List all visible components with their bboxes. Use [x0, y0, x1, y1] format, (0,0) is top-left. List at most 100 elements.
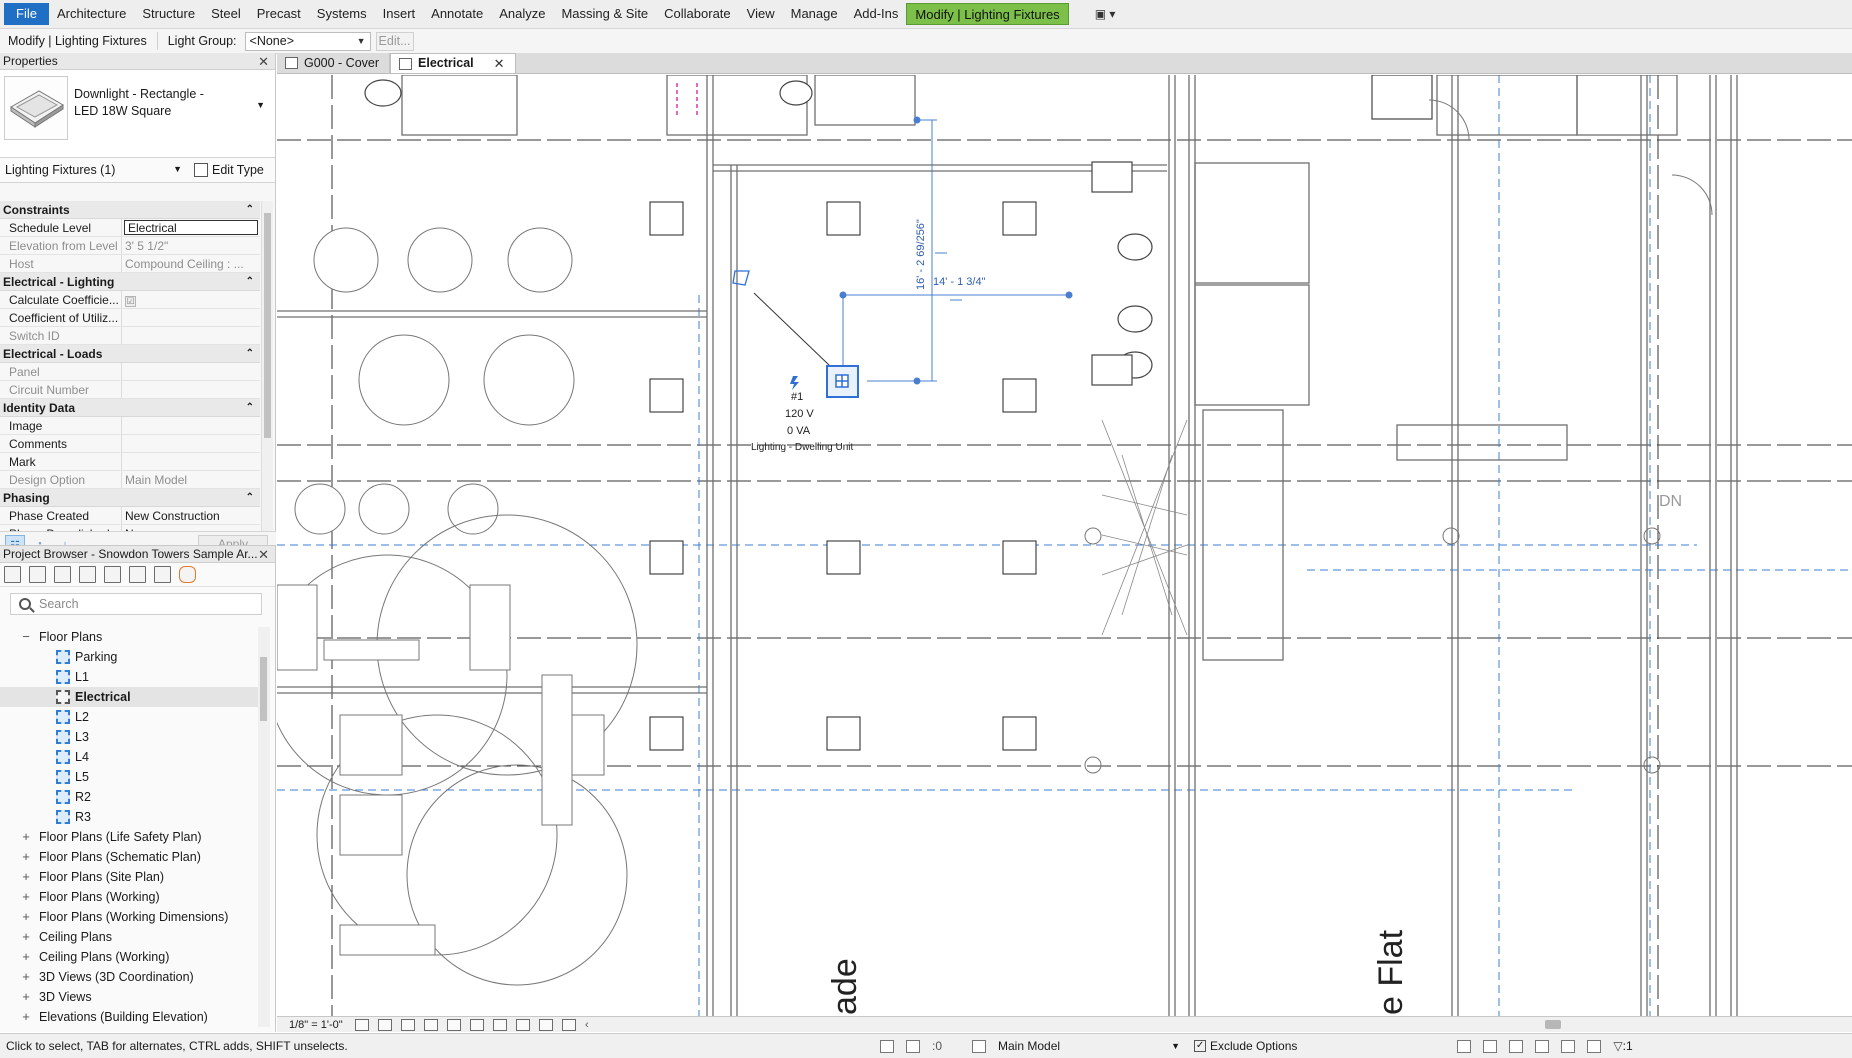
property-row[interactable]: Coefficient of Utiliz... — [0, 309, 260, 327]
design-option-select[interactable]: Main Model ▼ — [998, 1039, 1188, 1053]
properties-scrollbar[interactable] — [261, 201, 273, 531]
property-checkbox[interactable]: ☑ — [125, 296, 136, 307]
property-row[interactable]: Circuit Number — [0, 381, 260, 399]
collapse-icon[interactable]: ⌃ — [246, 273, 254, 291]
browser-tree-item[interactable]: + Floor Plans (Schematic Plan) — [0, 847, 258, 867]
instance-filter-select[interactable]: Lighting Fixtures (1) ▼ — [0, 163, 190, 177]
browser-tree-item[interactable]: +3D Views (3D Coordination) — [0, 967, 258, 987]
home-icon[interactable] — [4, 566, 21, 583]
browser-tree-item[interactable]: R3 — [0, 807, 258, 827]
scrollbar-thumb[interactable] — [1545, 1020, 1561, 1029]
tab-steel[interactable]: Steel — [203, 3, 249, 25]
tab-structure[interactable]: Structure — [134, 3, 203, 25]
workset-icon[interactable] — [880, 1039, 894, 1053]
property-value[interactable] — [122, 327, 260, 344]
close-icon[interactable]: ✕ — [258, 546, 269, 563]
collapse-icon[interactable]: ⌃ — [246, 201, 254, 219]
tab-analyze[interactable]: Analyze — [491, 3, 553, 25]
browser-tree-item[interactable]: Parking — [0, 647, 258, 667]
reveal-hidden-icon[interactable] — [516, 1018, 530, 1031]
groups-icon[interactable] — [129, 566, 146, 583]
property-value[interactable] — [122, 363, 260, 380]
views-icon[interactable] — [29, 566, 46, 583]
property-row[interactable]: Image — [0, 417, 260, 435]
browser-tree-item[interactable]: + Floor Plans (Working) — [0, 887, 258, 907]
temporary-hide-icon[interactable] — [493, 1018, 507, 1031]
drag-elements-icon[interactable] — [1561, 1039, 1576, 1053]
tab-systems[interactable]: Systems — [309, 3, 375, 25]
property-value[interactable]: Electrical — [124, 220, 258, 235]
collapse-icon[interactable]: ⌃ — [246, 489, 254, 507]
browser-tree-item[interactable]: + Ceiling Plans (Working) — [0, 947, 258, 967]
expand-icon[interactable]: + — [20, 1007, 32, 1027]
tab-insert[interactable]: Insert — [375, 3, 424, 25]
property-row[interactable]: Phase Created New Construction — [0, 507, 260, 525]
property-row[interactable]: Elevation from Level 3' 5 1/2" — [0, 237, 260, 255]
browser-scrollbar[interactable] — [258, 627, 270, 1027]
scrollbar-thumb[interactable] — [260, 657, 267, 721]
file-menu-button[interactable]: File — [4, 3, 49, 25]
browser-tree-item[interactable]: L4 — [0, 747, 258, 767]
table-icon[interactable] — [79, 566, 96, 583]
expand-icon[interactable]: + — [20, 887, 32, 907]
filter-icon[interactable]: ▽ — [1613, 1039, 1622, 1053]
property-value[interactable]: Main Model — [122, 471, 260, 488]
light-group-edit-button[interactable]: Edit... — [375, 31, 414, 51]
scrollbar-thumb[interactable] — [264, 213, 271, 438]
property-group-header[interactable]: Electrical - Loads ⌃ — [0, 345, 260, 363]
exclude-options-checkbox[interactable]: ✓ Exclude Options — [1194, 1039, 1297, 1053]
browser-tree-item[interactable]: L5 — [0, 767, 258, 787]
property-group-header[interactable]: Electrical - Lighting ⌃ — [0, 273, 260, 291]
property-group-header[interactable]: Identity Data ⌃ — [0, 399, 260, 417]
sheets-icon[interactable] — [154, 566, 171, 583]
browser-tree-item[interactable]: +3D Views — [0, 987, 258, 1007]
property-row[interactable]: Design Option Main Model — [0, 471, 260, 489]
property-value[interactable] — [122, 417, 260, 434]
editable-elements-icon[interactable] — [906, 1039, 920, 1053]
show-crop-icon[interactable] — [470, 1018, 484, 1031]
browser-tree-item[interactable]: L2 — [0, 707, 258, 727]
property-group-header[interactable]: Phasing ⌃ — [0, 489, 260, 507]
property-value[interactable]: New Construction — [122, 507, 260, 524]
tab-massing-site[interactable]: Massing & Site — [553, 3, 656, 25]
property-value[interactable] — [122, 453, 260, 470]
property-row[interactable]: Switch ID — [0, 327, 260, 345]
browser-search-input[interactable]: Search — [10, 593, 262, 615]
view-scale[interactable]: 1/8" = 1'-0" — [289, 1019, 355, 1031]
close-icon[interactable]: ✕ — [258, 53, 269, 70]
tab-architecture[interactable]: Architecture — [49, 3, 134, 25]
browser-tree-item[interactable]: + Elevations (Building Elevation) — [0, 1007, 258, 1027]
tab-precast[interactable]: Precast — [249, 3, 309, 25]
select-by-face-icon[interactable] — [1535, 1039, 1550, 1053]
type-selector[interactable]: Downlight - Rectangle - LED 18W Square ▼ — [0, 70, 275, 158]
tab-collaborate[interactable]: Collaborate — [656, 3, 739, 25]
expand-icon[interactable]: + — [20, 827, 32, 847]
link-icon[interactable] — [179, 566, 196, 583]
property-value[interactable] — [122, 309, 260, 326]
browser-tree-item[interactable]: L1 — [0, 667, 258, 687]
property-value[interactable] — [122, 435, 260, 452]
shadows-icon[interactable] — [424, 1018, 438, 1031]
collapse-icon[interactable]: ⌃ — [246, 345, 254, 363]
background-process-icon[interactable] — [1587, 1039, 1602, 1053]
visual-style-icon[interactable] — [378, 1018, 392, 1031]
expand-icon[interactable]: + — [20, 967, 32, 987]
property-value[interactable]: Compound Ceiling : ... — [122, 255, 260, 272]
tab-add-ins[interactable]: Add-Ins — [846, 3, 907, 25]
browser-tree-item[interactable]: Electrical — [0, 687, 258, 707]
expand-icon[interactable]: + — [20, 927, 32, 947]
tab-manage[interactable]: Manage — [783, 3, 846, 25]
collapse-icon[interactable]: − — [20, 627, 32, 647]
highlight-displacement-icon[interactable] — [562, 1018, 576, 1031]
vertical-dimension-label[interactable]: 16' - 2 69/256" — [915, 219, 927, 290]
browser-tree-item[interactable]: + Floor Plans (Site Plan) — [0, 867, 258, 887]
property-row[interactable]: Host Compound Ceiling : ... — [0, 255, 260, 273]
browser-tree-item[interactable]: − Floor Plans — [0, 627, 258, 647]
view-tab-g000-cover[interactable]: G000 - Cover — [277, 53, 391, 73]
schedules-icon[interactable] — [54, 566, 71, 583]
tab-annotate[interactable]: Annotate — [423, 3, 491, 25]
expand-icon[interactable]: + — [20, 847, 32, 867]
design-options-icon[interactable] — [972, 1039, 987, 1053]
property-value[interactable] — [122, 381, 260, 398]
close-icon[interactable]: ✕ — [494, 54, 505, 73]
